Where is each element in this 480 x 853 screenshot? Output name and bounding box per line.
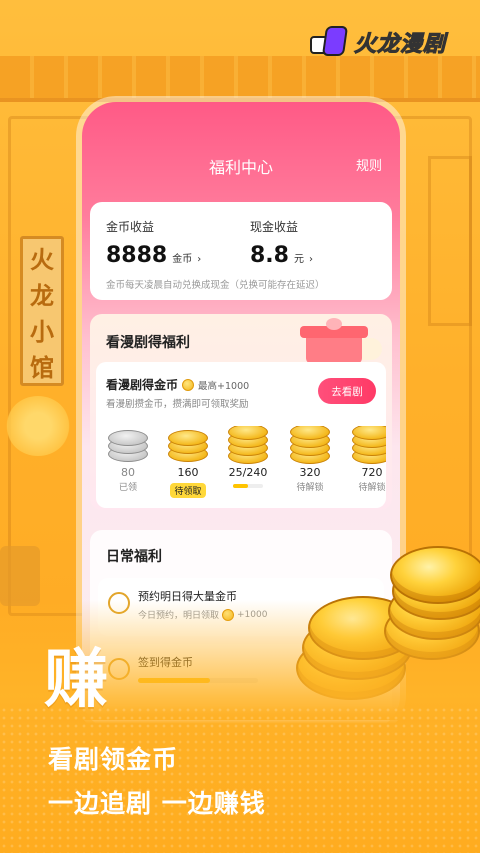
watch-coins-subtitle: 看漫剧攒金币，攒满即可领取奖励 [106,399,249,410]
coin-unit: 金币 [172,254,193,265]
task-progress [138,678,258,683]
clock-icon [108,592,130,614]
store-sign-char: 龙 [30,280,54,310]
daily-task-row[interactable]: 预约明日得大量金币 今日预约，明日领取 +1000 [98,578,384,636]
task-subtitle-text: 今日预约，明日领取 [138,611,220,621]
gift-box-icon [286,318,382,364]
chevron-right-icon: › [197,254,202,265]
coin-stack-icon [166,426,210,464]
cash-earnings-label: 现金收益 [250,220,299,234]
phone-screen: 福利中心 规则 金币收益 8888 金币 › 现金收益 8.8 元 › 金币每天… [82,102,400,730]
milestone-item[interactable]: 320 待解锁 [282,426,338,493]
store-sign-char: 火 [30,244,54,274]
watch-coins-panel: 看漫剧得金币 最高+1000 看漫剧攒金币，攒满即可领取奖励 去看剧 80 已领 [96,362,386,508]
store-sign-char: 馆 [30,352,54,382]
daily-rewards-heading: 日常福利 [106,549,162,565]
page-title: 福利中心 [208,158,273,177]
logo-text: 火龙漫剧 [353,32,446,58]
coin-earnings[interactable]: 金币收益 8888 金币 › [106,218,201,268]
calendar-icon [108,658,130,680]
coin-stack-icon [226,426,270,464]
claim-badge[interactable]: 待领取 [170,483,206,498]
coin-icon [182,378,195,391]
plant-pot [0,546,40,606]
task-reward: +1000 [237,609,268,620]
coin-milestones: 80 已领 160 待领取 25/240 320 待解锁 720 待解锁 [96,426,386,506]
promo-line-2: 一边追剧 一边赚钱 [48,789,266,818]
app-logo: 火龙漫剧 [309,26,446,58]
cash-earnings[interactable]: 现金收益 8.8 元 › [250,218,313,268]
phone-mockup: 福利中心 规则 金币收益 8888 金币 › 现金收益 8.8 元 › 金币每天… [76,96,406,736]
top-bar: 福利中心 规则 [82,154,400,178]
milestone-amount: 80 [121,466,135,479]
flower-decoration [6,396,70,456]
milestone-amount: 160 [177,466,199,479]
coin-stack-icon [350,426,386,464]
coin-stack-icon [106,426,150,464]
max-reward: 最高+1000 [198,380,250,392]
task-title: 签到得金币 [138,656,193,669]
milestone-amount: 720 [361,466,383,479]
store-sign: 火 龙 小 馆 [20,236,64,386]
logo-mark-icon [309,26,349,58]
rules-link[interactable]: 规则 [356,155,382,174]
milestone-status: 已领 [118,483,137,493]
daily-task-row[interactable]: 签到得金币 [98,644,384,702]
store-window [428,156,472,326]
coin-earnings-value: 8888 [106,243,168,268]
milestone-item[interactable]: 80 已领 [100,426,156,493]
milestone-status: 待解锁 [296,483,324,493]
promo-headline: 赚 [44,643,108,717]
chevron-right-icon: › [308,254,313,265]
task-subtitle: 今日预约，明日领取 +1000 [138,608,267,621]
coin-icon [222,608,235,621]
watch-rewards-card: 看漫剧得福利 看漫剧得金币 最高+1000 看漫剧攒金币，攒满即可领取奖励 去看… [90,314,392,510]
go-watch-button[interactable]: 去看剧 [318,378,376,404]
cash-unit: 元 [293,254,304,265]
milestone-amount: 320 [299,466,321,479]
watch-coins-title: 看漫剧得金币 最高+1000 [106,376,249,393]
watch-coins-title-text: 看漫剧得金币 [106,378,179,392]
milestone-progress [233,484,263,488]
exchange-note: 金币每天凌晨自动兑换成现金（兑换可能存在延迟） [106,280,325,291]
promo-line-1: 看剧领金币 [48,745,179,774]
store-sign-char: 小 [30,316,54,346]
promo-band [0,706,480,853]
coin-stack-icon [288,426,332,464]
watch-rewards-heading: 看漫剧得福利 [106,335,190,351]
milestone-item[interactable]: 160 待领取 [160,426,216,498]
cash-earnings-value: 8.8 [250,243,289,268]
milestone-item[interactable]: 25/240 [220,426,276,488]
milestone-amount: 25/240 [228,466,268,479]
earnings-card: 金币收益 8888 金币 › 现金收益 8.8 元 › 金币每天凌晨自动兑换成现… [90,202,392,300]
daily-rewards-card: 日常福利 预约明日得大量金币 今日预约，明日领取 +1000 签到得金币 [90,530,392,730]
milestone-status: 待解锁 [358,483,386,493]
milestone-item[interactable]: 720 待解锁 [344,426,386,493]
task-title: 预约明日得大量金币 [138,590,237,603]
coin-earnings-label: 金币收益 [106,220,155,234]
